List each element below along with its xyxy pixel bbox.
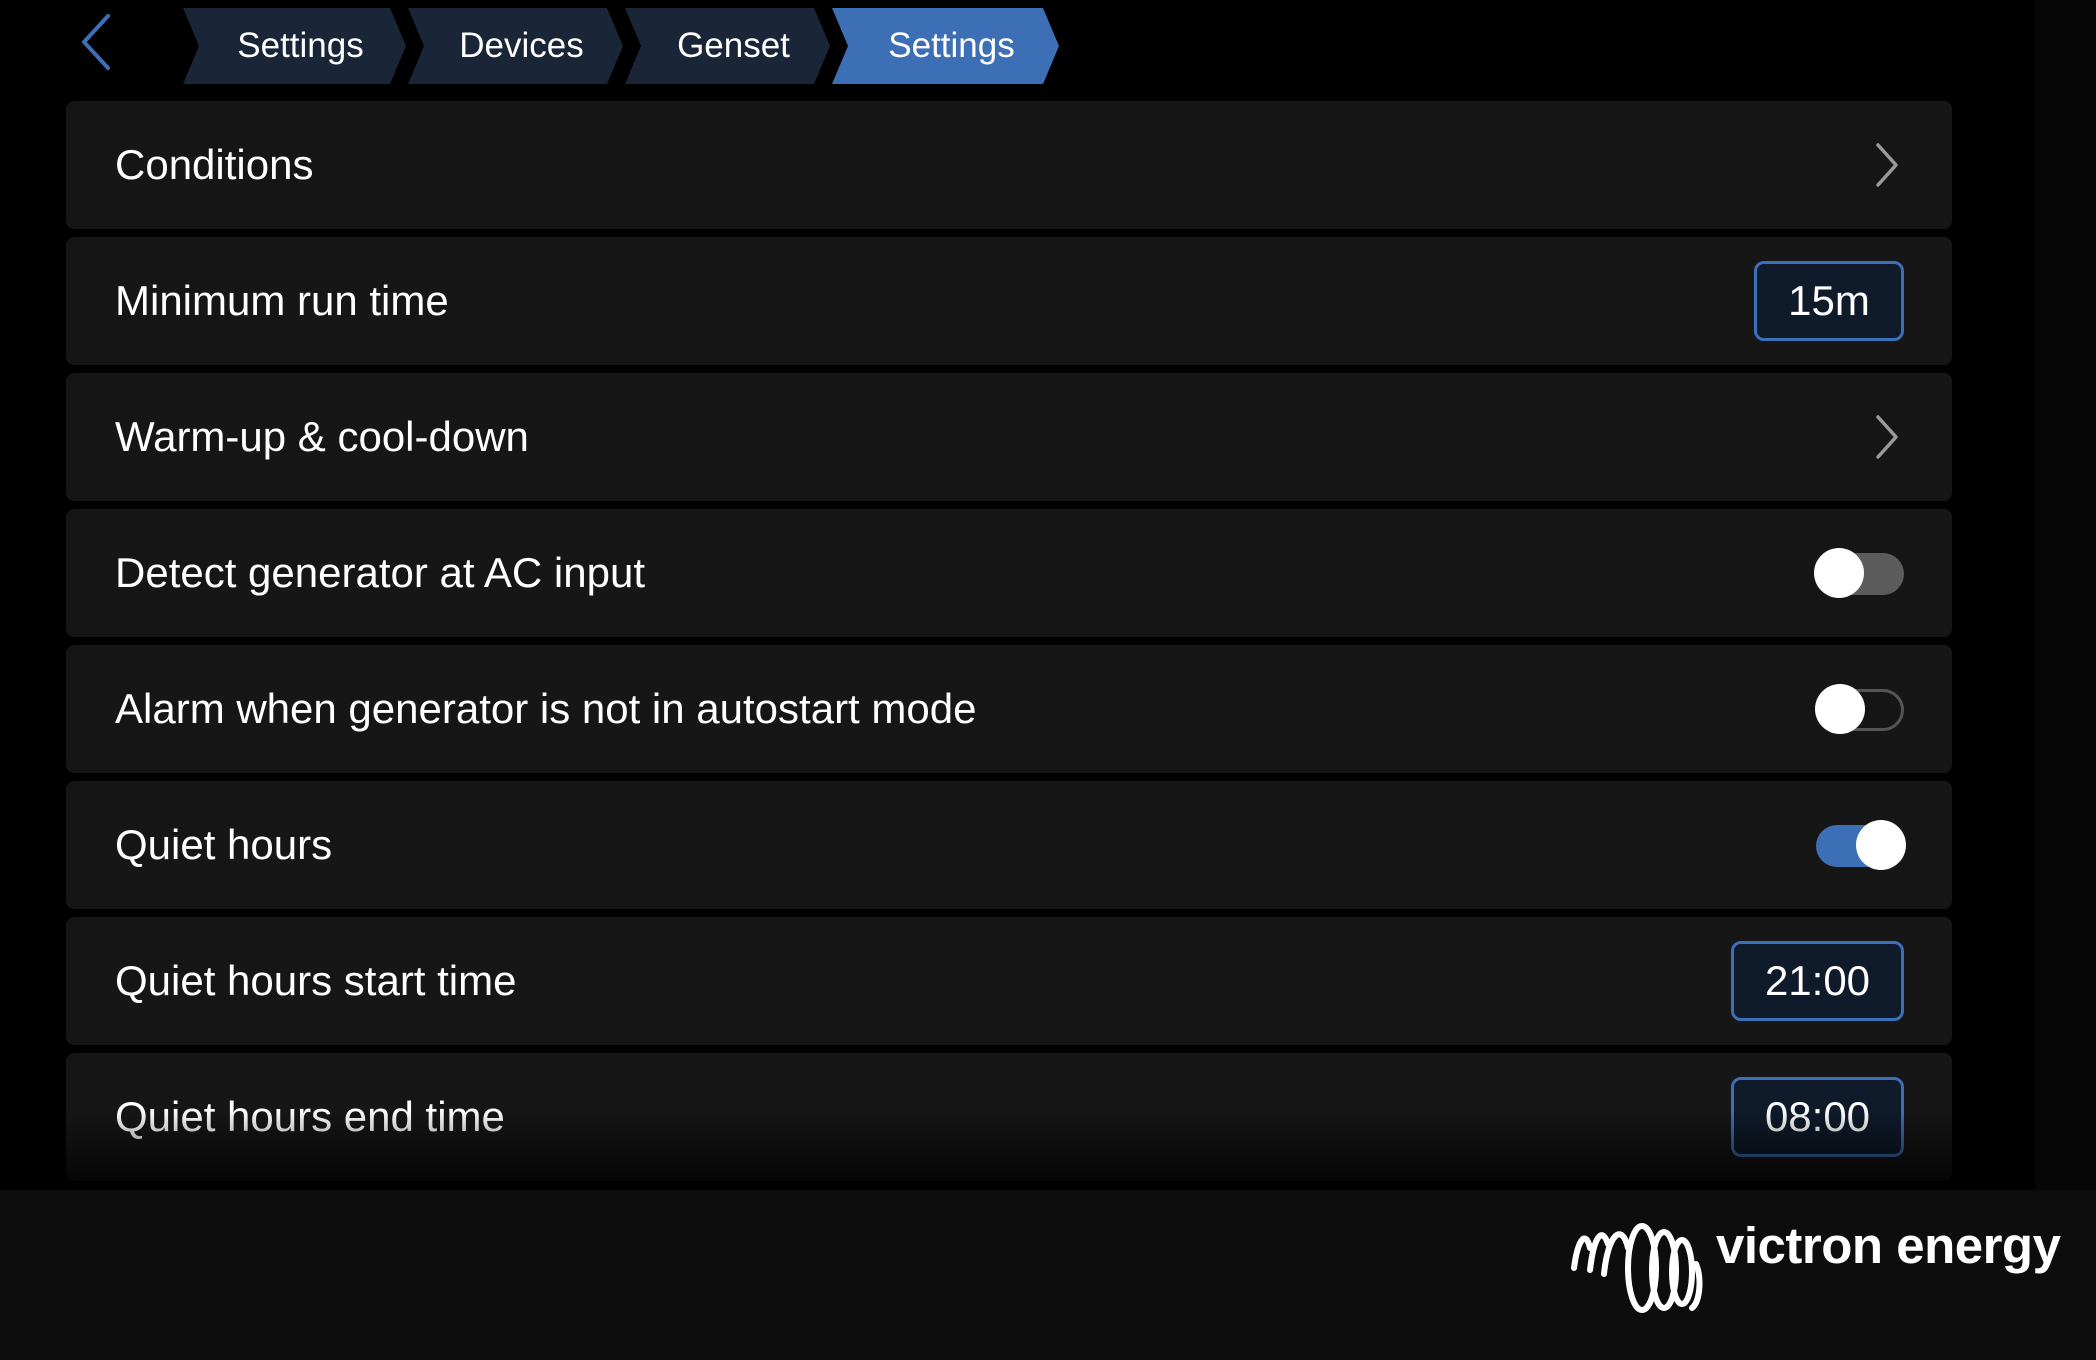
row-label: Warm-up & cool-down (115, 413, 529, 460)
quiet-hours-toggle[interactable] (1816, 820, 1906, 870)
brand-name: victron energy (1716, 1217, 2061, 1274)
quiet-hours-start-value[interactable]: 21:00 (1731, 941, 1904, 1021)
row-label: Quiet hours (115, 821, 333, 868)
victron-logo: victron energy (1568, 1208, 2061, 1318)
autostart-alarm-row: Alarm when generator is not in autostart… (66, 645, 1952, 773)
quiet-hours-end-value[interactable]: 08:00 (1731, 1077, 1904, 1157)
detect-generator-row: Detect generator at AC input (66, 509, 1952, 637)
chevron-left-icon (82, 14, 110, 70)
detect-generator-toggle[interactable] (1814, 548, 1904, 598)
quiet-hours-start-row[interactable]: Quiet hours start time 21:00 (66, 917, 1952, 1045)
victron-spring-icon (1571, 1223, 1703, 1313)
row-label: Quiet hours start time (115, 957, 517, 1004)
autostart-alarm-toggle[interactable] (1815, 684, 1904, 734)
row-label: Minimum run time (115, 277, 449, 324)
toggle-knob (1814, 548, 1864, 598)
chevron-right-icon (1876, 415, 1898, 459)
quiet-hours-row: Quiet hours (66, 781, 1952, 909)
breadcrumb-current-settings: Settings (832, 8, 1059, 84)
row-label: Alarm when generator is not in autostart… (115, 685, 977, 732)
row-label: Detect generator at AC input (115, 549, 645, 596)
right-edge (2035, 0, 2096, 1190)
row-label: Quiet hours end time (115, 1093, 505, 1140)
row-label: Conditions (115, 141, 314, 188)
toggle-knob (1815, 684, 1865, 734)
conditions-row[interactable]: Conditions (66, 101, 1952, 229)
breadcrumb-genset[interactable]: Genset (625, 8, 830, 84)
back-button[interactable] (76, 12, 124, 72)
breadcrumb-devices[interactable]: Devices (408, 8, 623, 84)
minimum-run-time-value[interactable]: 15m (1754, 261, 1904, 341)
settings-screen: Settings Devices Genset Settings Conditi… (0, 0, 2035, 1190)
minimum-run-time-row[interactable]: Minimum run time 15m (66, 237, 1952, 365)
breadcrumb-settings[interactable]: Settings (183, 8, 406, 84)
warmup-cooldown-row[interactable]: Warm-up & cool-down (66, 373, 1952, 501)
quiet-hours-end-row[interactable]: Quiet hours end time 08:00 (66, 1053, 1952, 1181)
chevron-right-icon (1876, 143, 1898, 187)
toggle-knob (1856, 820, 1906, 870)
